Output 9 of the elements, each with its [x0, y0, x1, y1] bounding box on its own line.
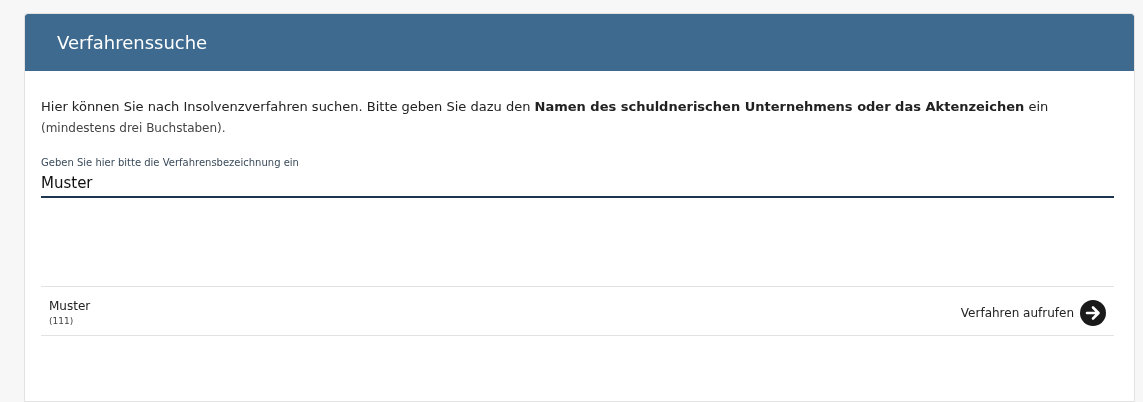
panel-title: Verfahrenssuche	[57, 32, 208, 53]
field-label: Geben Sie hier bitte die Verfahrensbezeichnung ein	[41, 157, 300, 168]
intro-text: Hier können Sie nach Insolvenzverfahren suchen. Bitte geben Sie dazu den Namen des schuldnerischen Unternehmens oder das Aktenzeichen ein	[41, 98, 1050, 116]
result-name: Muster	[49, 299, 91, 313]
result-number: (111)	[49, 316, 75, 326]
search-field[interactable]: Muster	[41, 174, 1114, 198]
hint-text: (mindestens drei Buchstaben).	[41, 121, 227, 135]
open-case-link[interactable]: Verfahren aufrufen	[960, 299, 1106, 326]
arrow-right-icon	[1080, 299, 1106, 326]
